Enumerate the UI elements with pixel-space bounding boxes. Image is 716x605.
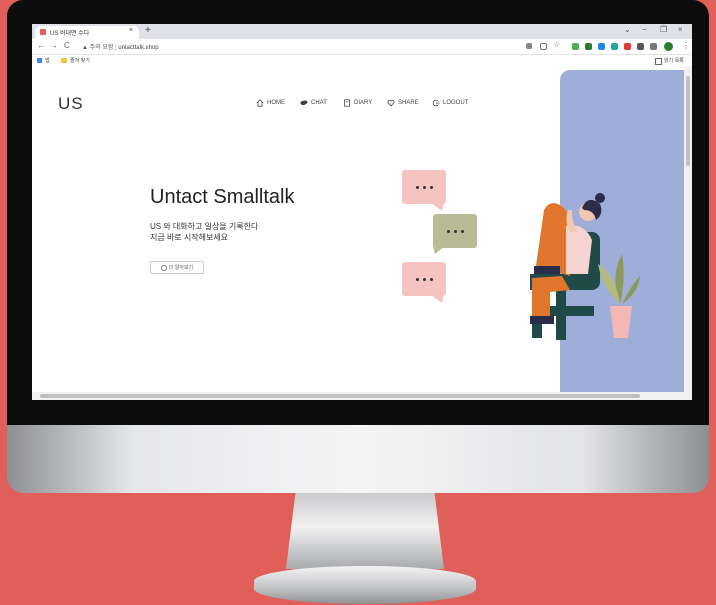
chat-icon <box>300 100 308 106</box>
translate-icon[interactable] <box>526 43 532 49</box>
bookmark-apps[interactable]: 앱 <box>45 57 50 64</box>
address-bar: ← → C ▲ 주의 요함 | untacttalk.shop ☆ ⋮ <box>32 39 692 55</box>
bubble-tail <box>430 294 444 303</box>
forward-button[interactable]: → <box>50 41 58 50</box>
diary-icon <box>344 99 350 107</box>
home-icon <box>256 99 264 107</box>
favicon-icon <box>40 29 46 35</box>
bubble-tail <box>433 246 445 254</box>
bubble-tail <box>430 202 444 211</box>
menu-share[interactable]: SHARE <box>387 99 419 107</box>
bookmark-star-icon[interactable]: ☆ <box>553 40 560 49</box>
reload-button[interactable]: C <box>64 41 70 50</box>
bookmark-favorites[interactable]: 즐겨 찾기 <box>70 57 90 64</box>
new-tab-button[interactable]: + <box>145 25 151 36</box>
monitor-stand-base <box>254 566 476 604</box>
extension-icon[interactable] <box>637 43 644 50</box>
security-warning[interactable]: ▲ 주의 요함 <box>82 45 113 51</box>
back-button[interactable]: ← <box>37 41 45 50</box>
menu-chat-label: CHAT <box>311 100 327 106</box>
folder-icon <box>61 58 67 63</box>
extension-icon[interactable] <box>611 43 618 50</box>
vertical-scrollbar-thumb[interactable] <box>686 76 690 166</box>
url-field[interactable]: ▲ 주의 요함 | untacttalk.shop <box>82 42 159 51</box>
reading-list-icon <box>655 58 662 65</box>
url-text: untacttalk.shop <box>118 45 159 51</box>
chat-bubble-illustration <box>402 170 446 204</box>
person-on-chair-illustration <box>530 193 640 340</box>
info-icon <box>160 264 167 271</box>
menu-diary-label: DIARY <box>354 100 373 106</box>
extensions-puzzle-icon[interactable] <box>650 43 657 50</box>
heart-icon <box>387 99 395 107</box>
screen: US 비대면 수다 × + ⌄ − ❐ × ← → C ▲ 주의 요함 | un… <box>32 24 692 400</box>
menu-home-label: HOME <box>267 100 285 106</box>
monitor-stand-neck <box>286 493 444 569</box>
extension-icon[interactable] <box>585 43 592 50</box>
learn-more-button[interactable]: 더 알아보기 <box>150 261 204 274</box>
web-page: US HOME CHAT DIARY SHARE LOGOUT Untact S… <box>32 66 684 392</box>
share-icon[interactable] <box>540 43 547 50</box>
close-window-button[interactable]: × <box>678 25 683 34</box>
extension-icon[interactable] <box>572 43 579 50</box>
profile-avatar[interactable] <box>664 42 673 51</box>
tab-close-icon[interactable]: × <box>129 27 133 34</box>
menu-logout[interactable]: LOGOUT <box>432 99 468 107</box>
extension-icon[interactable] <box>624 43 631 50</box>
menu-diary[interactable]: DIARY <box>343 99 372 107</box>
hero-subtitle-line: US 와 대화하고 일상을 기록한다 <box>150 222 259 231</box>
browser-tab[interactable]: US 비대면 수다 × <box>35 26 139 39</box>
maximize-button[interactable]: ❐ <box>660 25 667 34</box>
apps-icon <box>37 58 42 63</box>
menu-chat[interactable]: CHAT <box>300 99 327 107</box>
monitor-chin <box>7 425 709 493</box>
chat-bubble-illustration <box>402 262 446 296</box>
tab-search-icon[interactable]: ⌄ <box>624 25 631 34</box>
menu-home[interactable]: HOME <box>256 99 285 107</box>
learn-more-label: 더 알아보기 <box>168 265 194 271</box>
more-menu-icon[interactable]: ⋮ <box>682 41 690 50</box>
tab-title: US 비대면 수다 <box>50 31 90 37</box>
menu-share-label: SHARE <box>398 100 419 106</box>
extension-icon[interactable] <box>598 43 605 50</box>
minimize-button[interactable]: − <box>642 25 647 34</box>
hero-subtitle: US 와 대화하고 일상을 기록한다 지금 바로 시작해보세요 <box>150 221 300 243</box>
logout-icon <box>432 99 440 107</box>
hero-title: Untact Smalltalk <box>150 186 295 208</box>
horizontal-scrollbar-thumb[interactable] <box>40 394 640 398</box>
browser-tab-bar: US 비대면 수다 × + ⌄ − ❐ × <box>32 24 692 39</box>
chat-bubble-illustration <box>433 214 477 248</box>
menu-logout-label: LOGOUT <box>443 100 469 106</box>
reading-list[interactable]: 읽기 목록 <box>664 57 684 64</box>
site-logo[interactable]: US <box>58 94 84 114</box>
hero-subtitle-line: 지금 바로 시작해보세요 <box>150 233 229 242</box>
